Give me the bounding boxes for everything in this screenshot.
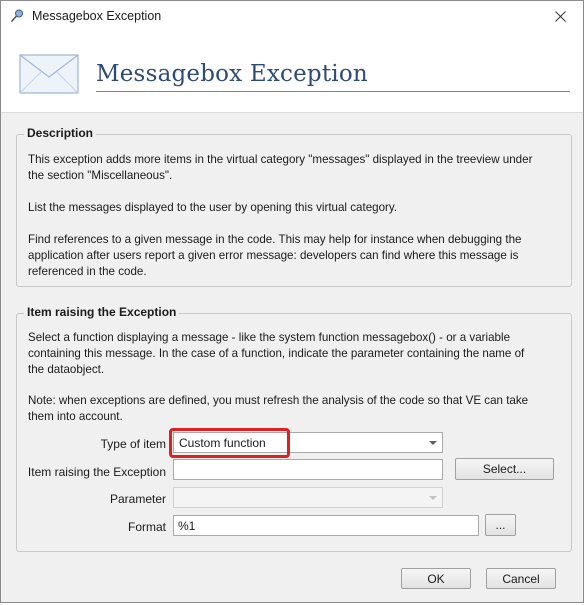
text-line: application after users report a given e… [28, 249, 519, 262]
description-paragraph-1: This exception adds more items in the vi… [28, 152, 532, 184]
description-legend: Description [24, 126, 97, 140]
type-of-item-label: Type of item [100, 437, 166, 451]
text-line: referenced in the code. [28, 265, 147, 278]
description-group: Description This exception adds more ite… [16, 126, 572, 287]
format-input[interactable]: %1 [173, 515, 479, 536]
text-line: Note: when exceptions are defined, you m… [28, 394, 529, 407]
type-of-item-value: Custom function [179, 436, 266, 450]
title-bar: Messagebox Exception [1, 1, 583, 32]
format-label: Format [127, 520, 166, 534]
item-raising-input[interactable] [173, 459, 443, 480]
text-line: the section "Miscellaneous". [28, 169, 173, 182]
text-line: Select a function displaying a message -… [28, 331, 511, 344]
text-line: them into account. [28, 410, 123, 423]
select-button[interactable]: Select... [455, 458, 554, 480]
page-title: Messagebox Exception [96, 61, 368, 87]
type-of-item-select[interactable]: Custom function [173, 432, 443, 453]
text-line: This exception adds more items in the vi… [28, 153, 533, 166]
item-raising-legend: Item raising the Exception [24, 305, 180, 319]
parameter-label: Parameter [109, 492, 166, 506]
item-raising-paragraph-2: Note: when exceptions are defined, you m… [28, 393, 528, 425]
text-line: List the messages displayed to the user … [28, 201, 398, 214]
text-line: Find references to a given message in th… [28, 233, 522, 246]
browse-button[interactable]: ... [485, 514, 516, 536]
cancel-button[interactable]: Cancel [486, 568, 556, 589]
dialog-header: Messagebox Exception [1, 32, 583, 112]
pin-icon [10, 9, 23, 23]
header-divider [1, 112, 583, 113]
dialog-window: Messagebox Exception Messagebox Exceptio… [0, 0, 584, 603]
title-underline [96, 91, 570, 92]
close-button[interactable] [537, 1, 583, 32]
close-icon [554, 11, 566, 22]
chevron-down-icon [429, 496, 437, 500]
text-line: the dataobject. [28, 363, 105, 376]
item-raising-paragraph-1: Select a function displaying a message -… [28, 330, 524, 378]
item-raising-label: Item raising the Exception [27, 465, 166, 479]
parameter-select[interactable] [173, 487, 443, 508]
description-paragraph-2: List the messages displayed to the user … [28, 200, 397, 216]
format-value: %1 [178, 519, 196, 533]
window-title: Messagebox Exception [32, 9, 162, 23]
description-paragraph-3: Find references to a given message in th… [28, 232, 521, 280]
text-line: containing this message. In the case of … [28, 347, 525, 360]
envelope-icon [19, 54, 79, 94]
chevron-down-icon [429, 441, 437, 445]
ok-button[interactable]: OK [401, 568, 471, 589]
